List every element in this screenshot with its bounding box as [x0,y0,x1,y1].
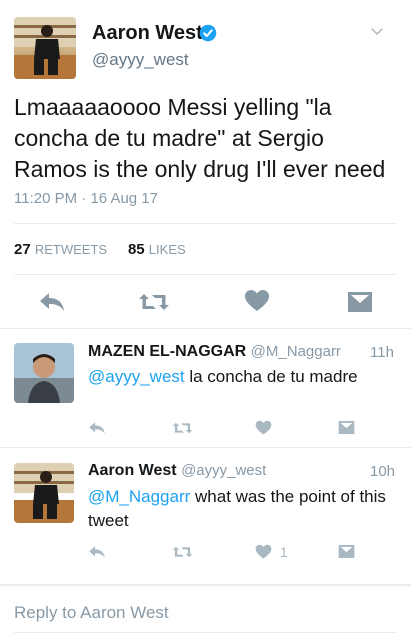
divider [0,328,411,329]
likes-stat[interactable]: 85 LIKES [128,241,186,258]
reply-time: 10h [370,463,396,480]
reply-icon[interactable] [88,544,106,560]
reply-author-handle[interactable]: @M_Naggarr [251,343,341,360]
mention-link[interactable]: @M_Naggarr [88,487,190,506]
divider [14,223,397,224]
author-handle[interactable]: @ayyy_west [92,50,189,70]
direct-message-icon[interactable] [338,544,355,559]
retweets-count: 27 [14,241,31,258]
like-icon[interactable] [255,420,272,436]
direct-message-icon[interactable] [347,291,373,313]
likes-label: LIKES [148,242,186,257]
divider [0,447,411,448]
retweet-icon[interactable] [172,544,193,560]
reply-avatar[interactable] [14,343,74,403]
reply-icon[interactable] [38,290,66,314]
like-count: 1 [280,544,288,560]
tweet-timestamp: 11:20 PM · 16 Aug 17 [14,190,158,207]
reply-author-handle[interactable]: @ayyy_west [181,462,266,479]
divider [14,274,397,275]
reply-input[interactable]: Reply to Aaron West [14,603,169,623]
retweet-icon[interactable] [172,420,193,436]
mention-link[interactable]: @ayyy_west [88,367,185,386]
divider [0,584,411,586]
direct-message-icon[interactable] [338,420,355,435]
reply-author-name[interactable]: Aaron West [88,462,177,479]
like-icon[interactable] [255,544,272,560]
author-avatar[interactable] [14,17,76,79]
like-icon[interactable] [244,289,270,313]
reply-header: Aaron West @ayyy_west [88,462,378,480]
reply-text: @ayyy_west la concha de tu madre [88,365,393,389]
reply-text: @M_Naggarr what was the point of this tw… [88,485,388,533]
chevron-down-icon[interactable] [368,22,386,40]
reply-icon[interactable] [88,420,106,436]
retweets-stat[interactable]: 27 RETWEETS [14,241,107,258]
retweets-label: RETWEETS [34,242,108,257]
author-name[interactable]: Aaron West [92,22,203,45]
tweet-text: Lmaaaaaoooo Messi yelling "la concha de … [14,94,386,182]
reply-input-underline [14,632,397,633]
retweet-icon[interactable] [138,290,170,314]
verified-icon [199,24,217,42]
likes-count: 85 [127,241,145,258]
reply-author-name[interactable]: MAZEN EL-NAGGAR [88,343,246,360]
engagement-stats: 27 RETWEETS 85 LIKES [14,241,186,258]
reply-body: la concha de tu madre [184,367,358,386]
reply-avatar[interactable] [14,463,74,523]
reply-time: 11h [370,344,394,361]
reply-header: MAZEN EL-NAGGAR @M_Naggarr [88,343,378,361]
